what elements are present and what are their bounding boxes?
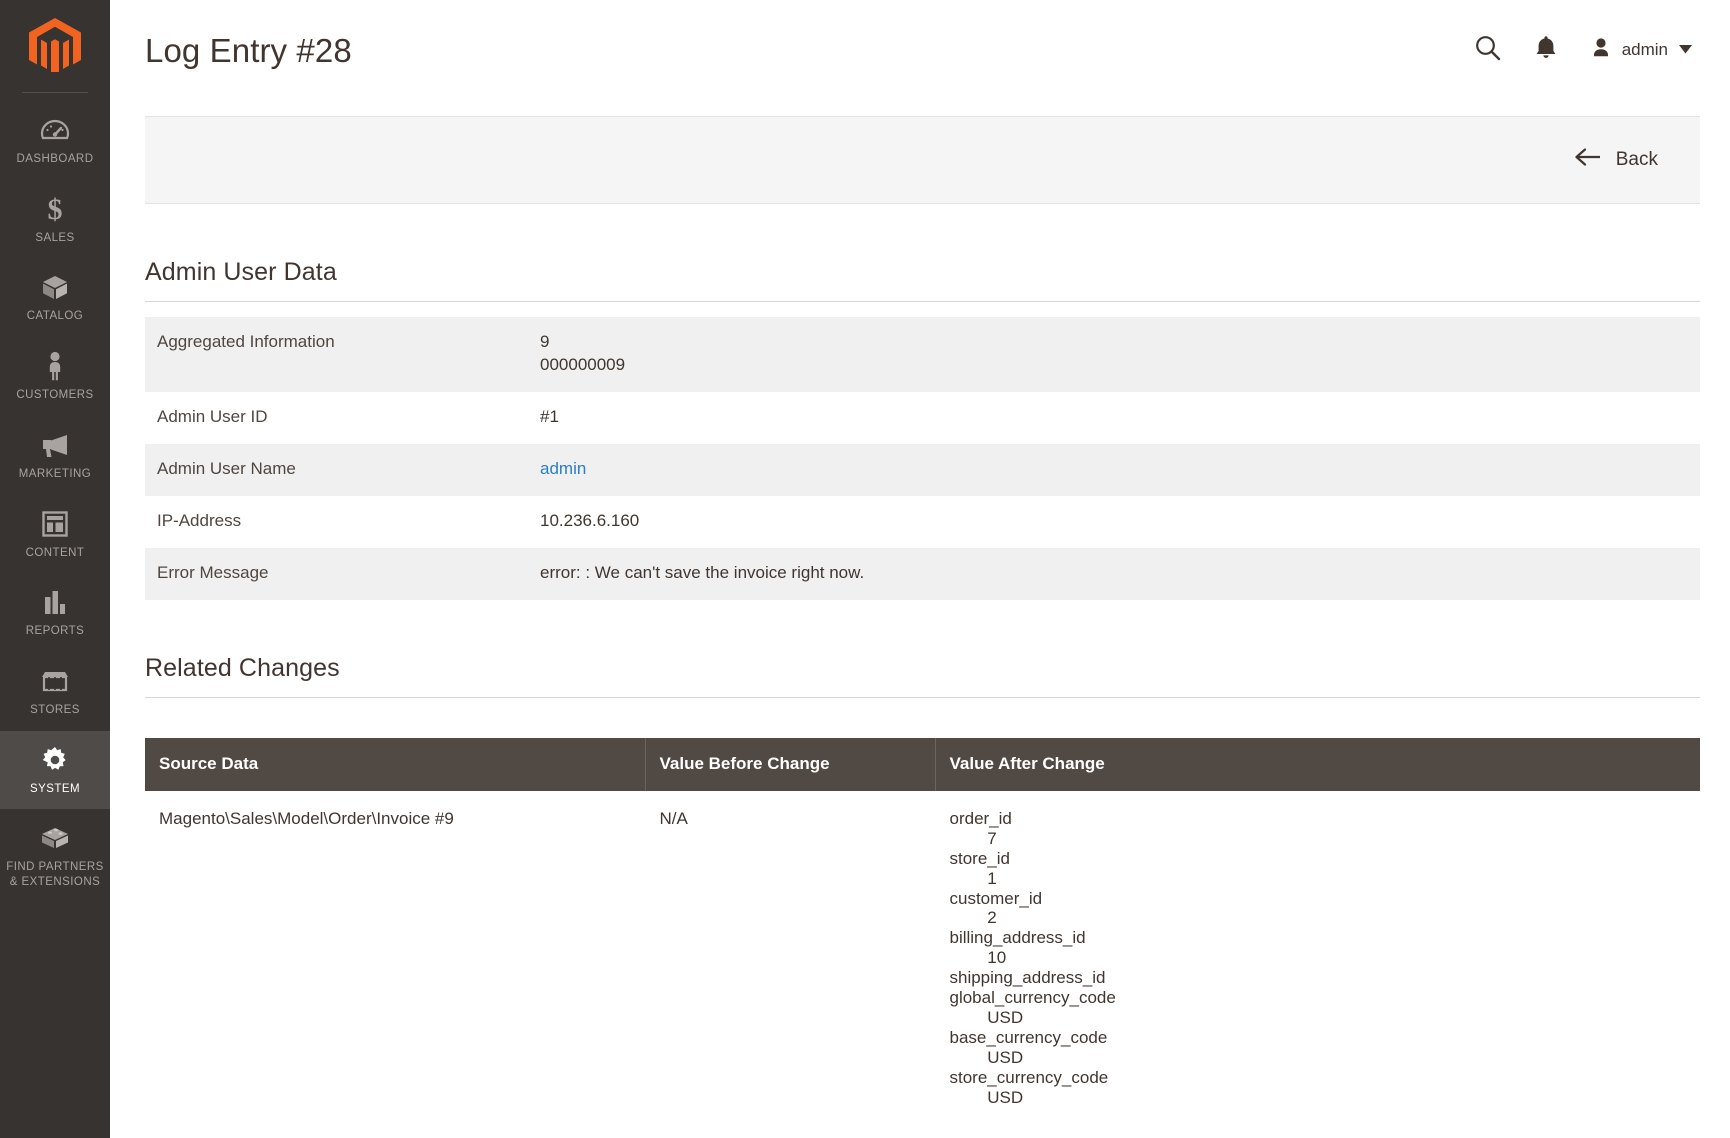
back-button-label: Back	[1615, 149, 1658, 170]
sidebar-item-catalog[interactable]: CATALOG	[0, 258, 110, 337]
bell-icon	[1534, 34, 1558, 66]
table-row: Error Message error: : We can't save the…	[145, 547, 1700, 600]
primary-sidebar: DASHBOARD $ SALES CATALOG CUSTOMERS MARK…	[0, 0, 110, 1138]
admin-user-name-link[interactable]: admin	[540, 459, 586, 478]
sidebar-item-customers[interactable]: CUSTOMERS	[0, 337, 110, 416]
sidebar-item-label: MARKETING	[18, 467, 92, 480]
section-title: Related Changes	[145, 600, 1700, 698]
admin-user-data-section: Admin User Data Aggregated Information 9…	[145, 204, 1700, 600]
sidebar-item-label: STORES	[30, 704, 80, 717]
row-label: Admin User Name	[157, 458, 296, 478]
magento-logo[interactable]	[0, 0, 110, 92]
row-value: admin	[540, 444, 1700, 496]
column-header-value-before-change[interactable]: Value Before Change	[645, 737, 936, 791]
sidebar-divider	[22, 92, 88, 93]
search-icon	[1474, 34, 1501, 66]
related-changes-section: Related Changes Source Data Value Before…	[145, 600, 1700, 1121]
arrow-left-icon	[1574, 148, 1601, 172]
sidebar-item-label: SYSTEM	[30, 782, 80, 795]
row-label: Error Message	[157, 562, 269, 582]
row-label: IP-Address	[157, 510, 242, 530]
layout-window-icon	[41, 509, 69, 539]
sidebar-item-label: REPORTS	[25, 625, 85, 638]
cell-value-before: N/A	[645, 790, 936, 1121]
bar-chart-icon	[42, 587, 68, 617]
gear-icon	[40, 745, 70, 775]
table-row: Admin User Name admin	[145, 443, 1700, 496]
sidebar-item-label: FIND PARTNERS & EXTENSIONS	[6, 861, 104, 889]
page-header: Log Entry #28 admin	[110, 0, 1730, 100]
sidebar-item-stores[interactable]: STORES	[0, 652, 110, 731]
sidebar-item-reports[interactable]: REPORTS	[0, 573, 110, 652]
sidebar-item-label: SALES	[35, 231, 75, 244]
sidebar-item-content[interactable]: CONTENT	[0, 495, 110, 574]
user-menu[interactable]: admin	[1575, 36, 1700, 65]
megaphone-icon	[40, 430, 70, 460]
user-avatar-icon	[1589, 36, 1613, 65]
sidebar-item-system[interactable]: SYSTEM	[0, 730, 110, 810]
sidebar-item-label: CONTENT	[25, 546, 85, 559]
table-header-row: Source Data Value Before Change Value Af…	[145, 737, 1700, 791]
page-actions-toolbar: Back	[145, 116, 1700, 204]
sidebar-item-label: CATALOG	[26, 310, 84, 323]
dollar-sign-icon: $	[44, 194, 66, 224]
row-value: 10.236.6.160	[540, 510, 640, 530]
person-icon	[45, 351, 65, 381]
main-content: Log Entry #28 admin Back Admin User Data…	[110, 0, 1730, 1138]
sidebar-item-sales[interactable]: $ SALES	[0, 180, 110, 259]
sidebar-item-marketing[interactable]: MARKETING	[0, 416, 110, 495]
row-value: #1	[540, 406, 559, 426]
row-value: 9 000000009	[540, 332, 626, 374]
box-icon	[41, 272, 69, 302]
storefront-icon	[40, 666, 70, 696]
notifications-button[interactable]	[1517, 21, 1575, 79]
sidebar-item-dashboard[interactable]: DASHBOARD	[0, 101, 110, 180]
row-label: Aggregated Information	[157, 332, 335, 351]
chevron-down-icon	[1679, 41, 1692, 59]
back-button[interactable]: Back	[1574, 148, 1658, 172]
cell-source-data: Magento\Sales\Model\Order\Invoice #9	[145, 790, 646, 1121]
column-header-value-after-change[interactable]: Value After Change	[935, 737, 1700, 791]
table-row: Admin User ID #1	[145, 391, 1700, 444]
value-after-keyvalue-list: order_id 7 store_id 1 customer_id 2 bill…	[949, 808, 1116, 1108]
search-button[interactable]	[1459, 21, 1517, 79]
sidebar-item-label: CUSTOMERS	[16, 389, 94, 402]
row-value: error: : We can't save the invoice right…	[540, 562, 865, 582]
svg-text:$: $	[48, 194, 63, 224]
sidebar-item-find-partners-extensions[interactable]: FIND PARTNERS & EXTENSIONS	[0, 809, 110, 902]
related-changes-table: Source Data Value Before Change Value Af…	[145, 737, 1700, 1121]
row-label: Admin User ID	[157, 406, 268, 426]
column-header-source-data[interactable]: Source Data	[145, 737, 646, 791]
admin-user-data-table: Aggregated Information 9 000000009 Admin…	[145, 317, 1700, 600]
sidebar-item-label: DASHBOARD	[16, 153, 94, 165]
table-row: IP-Address 10.236.6.160	[145, 495, 1700, 548]
table-row: Aggregated Information 9 000000009	[145, 317, 1700, 392]
section-title: Admin User Data	[145, 204, 1700, 302]
header-actions: admin	[1459, 21, 1700, 79]
table-row: Magento\Sales\Model\Order\Invoice #9 N/A…	[145, 790, 1700, 1121]
dashboard-gauge-icon	[40, 115, 70, 145]
cell-value-after: order_id 7 store_id 1 customer_id 2 bill…	[935, 791, 1700, 1121]
user-menu-label: admin	[1621, 40, 1668, 59]
puzzle-block-icon	[40, 823, 70, 853]
admin-page: DASHBOARD $ SALES CATALOG CUSTOMERS MARK…	[0, 0, 1730, 1138]
page-title: Log Entry #28	[145, 31, 352, 69]
